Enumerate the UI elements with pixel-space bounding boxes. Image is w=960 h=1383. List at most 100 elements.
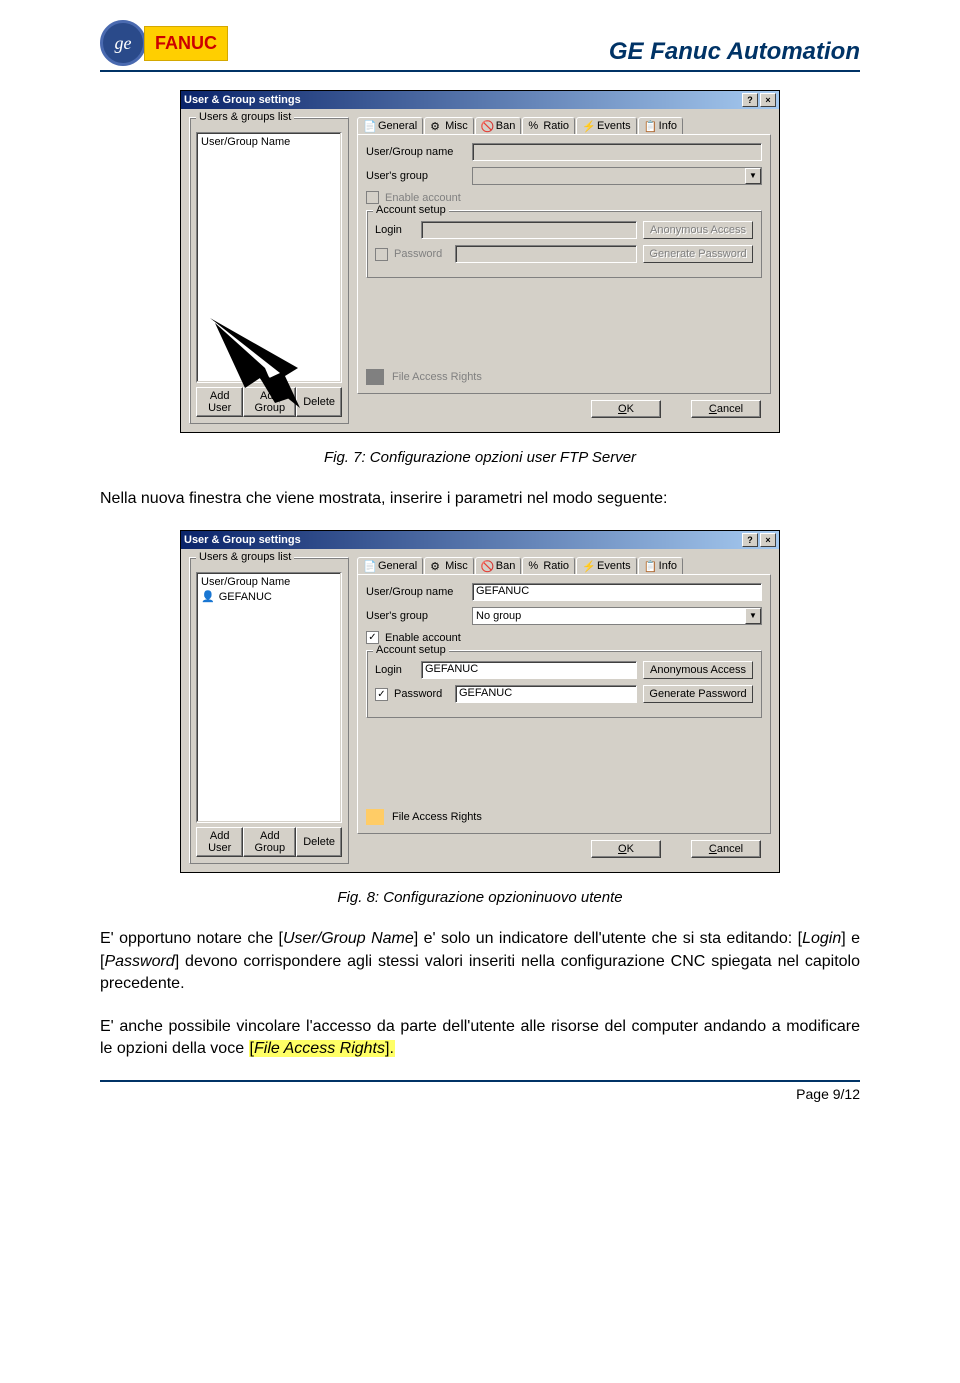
- general-icon: 📄: [363, 560, 375, 572]
- ok-button[interactable]: OOKK: [591, 400, 661, 418]
- users-groups-label: Users & groups list: [196, 111, 294, 123]
- chevron-down-icon: ▼: [745, 608, 761, 624]
- events-icon: ⚡: [582, 120, 594, 132]
- info-icon: 📋: [644, 560, 656, 572]
- titlebar-text: User & Group settings: [184, 534, 301, 546]
- general-panel: User/Group name User's group ▼ Enable ac…: [357, 134, 771, 394]
- tab-general[interactable]: 📄General: [357, 117, 423, 134]
- password-input[interactable]: GEFANUC: [455, 685, 637, 703]
- delete-button[interactable]: Delete: [296, 827, 342, 857]
- general-panel: User/Group name GEFANUC User's group No …: [357, 574, 771, 834]
- titlebar-text: User & Group settings: [184, 94, 301, 106]
- paragraph-2: E' opportuno notare che [User/Group Name…: [100, 928, 860, 995]
- account-setup-fieldset: Account setup Login Anonymous Access Pas…: [366, 210, 762, 278]
- users-group-dropdown[interactable]: ▼: [472, 167, 762, 185]
- password-checkbox[interactable]: ✓: [375, 688, 388, 701]
- tab-row: 📄General ⚙Misc 🚫Ban %Ratio ⚡Events 📋Info: [357, 117, 771, 134]
- titlebar: User & Group settings ? ×: [181, 531, 779, 549]
- login-input[interactable]: GEFANUC: [421, 661, 637, 679]
- generate-password-button[interactable]: Generate Password: [643, 685, 753, 703]
- page-header: ge FANUC GE Fanuc Automation: [100, 20, 860, 72]
- logo: ge FANUC: [100, 20, 228, 66]
- tab-misc[interactable]: ⚙Misc: [424, 117, 474, 134]
- password-label: Password: [394, 688, 449, 700]
- paragraph-3: E' anche possibile vincolare l'accesso d…: [100, 1016, 860, 1061]
- enable-account-checkbox[interactable]: [366, 191, 379, 204]
- ratio-icon: %: [528, 120, 540, 132]
- folder-icon: [366, 369, 384, 385]
- user-icon: 👤: [201, 590, 215, 603]
- tab-info[interactable]: 📋Info: [638, 557, 683, 574]
- folder-icon: [366, 809, 384, 825]
- ge-monogram-icon: ge: [100, 20, 146, 66]
- tab-ban[interactable]: 🚫Ban: [475, 117, 522, 134]
- cancel-button[interactable]: CancelCancel: [691, 840, 761, 858]
- add-group-button[interactable]: Add Group: [243, 827, 296, 857]
- tab-ratio[interactable]: %Ratio: [522, 117, 575, 134]
- account-setup-label: Account setup: [373, 644, 449, 656]
- login-input[interactable]: [421, 221, 637, 239]
- help-button[interactable]: ?: [742, 533, 758, 547]
- user-group-name-input[interactable]: GEFANUC: [472, 583, 762, 601]
- page-footer: Page 9/12: [100, 1080, 860, 1102]
- misc-icon: ⚙: [430, 560, 442, 572]
- anonymous-access-button[interactable]: Anonymous Access: [643, 661, 753, 679]
- enable-account-label: Enable account: [385, 632, 461, 644]
- users-groups-listbox[interactable]: User/Group Name 👤 GEFANUC: [196, 572, 342, 823]
- cancel-button[interactable]: CancelCancel: [691, 400, 761, 418]
- login-label: Login: [375, 664, 415, 676]
- ok-button[interactable]: OKOK: [591, 840, 661, 858]
- dialog-footer: OKOK CancelCancel: [357, 834, 771, 864]
- tab-ban[interactable]: 🚫Ban: [475, 557, 522, 574]
- tab-events[interactable]: ⚡Events: [576, 557, 637, 574]
- figure-8-caption: Fig. 8: Configurazione opzioninuovo uten…: [100, 889, 860, 906]
- help-button[interactable]: ?: [742, 93, 758, 107]
- anonymous-access-button[interactable]: Anonymous Access: [643, 221, 753, 239]
- user-group-name-input[interactable]: [472, 143, 762, 161]
- figure-7-caption: Fig. 7: Configurazione opzioni user FTP …: [100, 449, 860, 466]
- tab-general[interactable]: 📄General: [357, 557, 423, 574]
- user-group-name-label: User/Group name: [366, 586, 466, 598]
- general-icon: 📄: [363, 120, 375, 132]
- tab-ratio[interactable]: %Ratio: [522, 557, 575, 574]
- chevron-down-icon: ▼: [745, 168, 761, 184]
- tab-misc[interactable]: ⚙Misc: [424, 557, 474, 574]
- users-group-label: User's group: [366, 610, 466, 622]
- add-user-button[interactable]: Add User: [196, 827, 243, 857]
- ratio-icon: %: [528, 560, 540, 572]
- list-item[interactable]: 👤 GEFANUC: [199, 589, 339, 604]
- arrow-pointer-icon: [210, 318, 320, 408]
- tab-info[interactable]: 📋Info: [638, 117, 683, 134]
- dialog-user-group-settings-2: User & Group settings ? × Users & groups…: [180, 530, 780, 873]
- users-group-dropdown[interactable]: No group▼: [472, 607, 762, 625]
- account-setup-fieldset: Account setup Login GEFANUC Anonymous Ac…: [366, 650, 762, 718]
- users-groups-fieldset: Users & groups list User/Group Name 👤 GE…: [189, 557, 349, 864]
- misc-icon: ⚙: [430, 120, 442, 132]
- password-checkbox[interactable]: [375, 248, 388, 261]
- list-header: User/Group Name: [199, 135, 339, 149]
- file-access-rights-link[interactable]: File Access Rights: [392, 371, 482, 383]
- events-icon: ⚡: [582, 560, 594, 572]
- password-input[interactable]: [455, 245, 637, 263]
- page-number: Page 9/12: [796, 1086, 860, 1102]
- user-group-name-label: User/Group name: [366, 146, 466, 158]
- paragraph-1: Nella nuova finestra che viene mostrata,…: [100, 488, 860, 510]
- users-group-label: User's group: [366, 170, 466, 182]
- ban-icon: 🚫: [481, 120, 493, 132]
- list-header: User/Group Name: [199, 575, 339, 589]
- tab-row: 📄General ⚙Misc 🚫Ban %Ratio ⚡Events 📋Info: [357, 557, 771, 574]
- password-label: Password: [394, 248, 449, 260]
- enable-account-checkbox[interactable]: ✓: [366, 631, 379, 644]
- tab-events[interactable]: ⚡Events: [576, 117, 637, 134]
- close-button[interactable]: ×: [760, 93, 776, 107]
- ban-icon: 🚫: [481, 560, 493, 572]
- generate-password-button[interactable]: Generate Password: [643, 245, 753, 263]
- users-groups-label: Users & groups list: [196, 551, 294, 563]
- titlebar: User & Group settings ? ×: [181, 91, 779, 109]
- info-icon: 📋: [644, 120, 656, 132]
- fanuc-badge: FANUC: [144, 26, 228, 61]
- close-button[interactable]: ×: [760, 533, 776, 547]
- file-access-rights-link[interactable]: File Access Rights: [392, 811, 482, 823]
- dialog-footer: OOKK CancelCancel: [357, 394, 771, 424]
- enable-account-label: Enable account: [385, 192, 461, 204]
